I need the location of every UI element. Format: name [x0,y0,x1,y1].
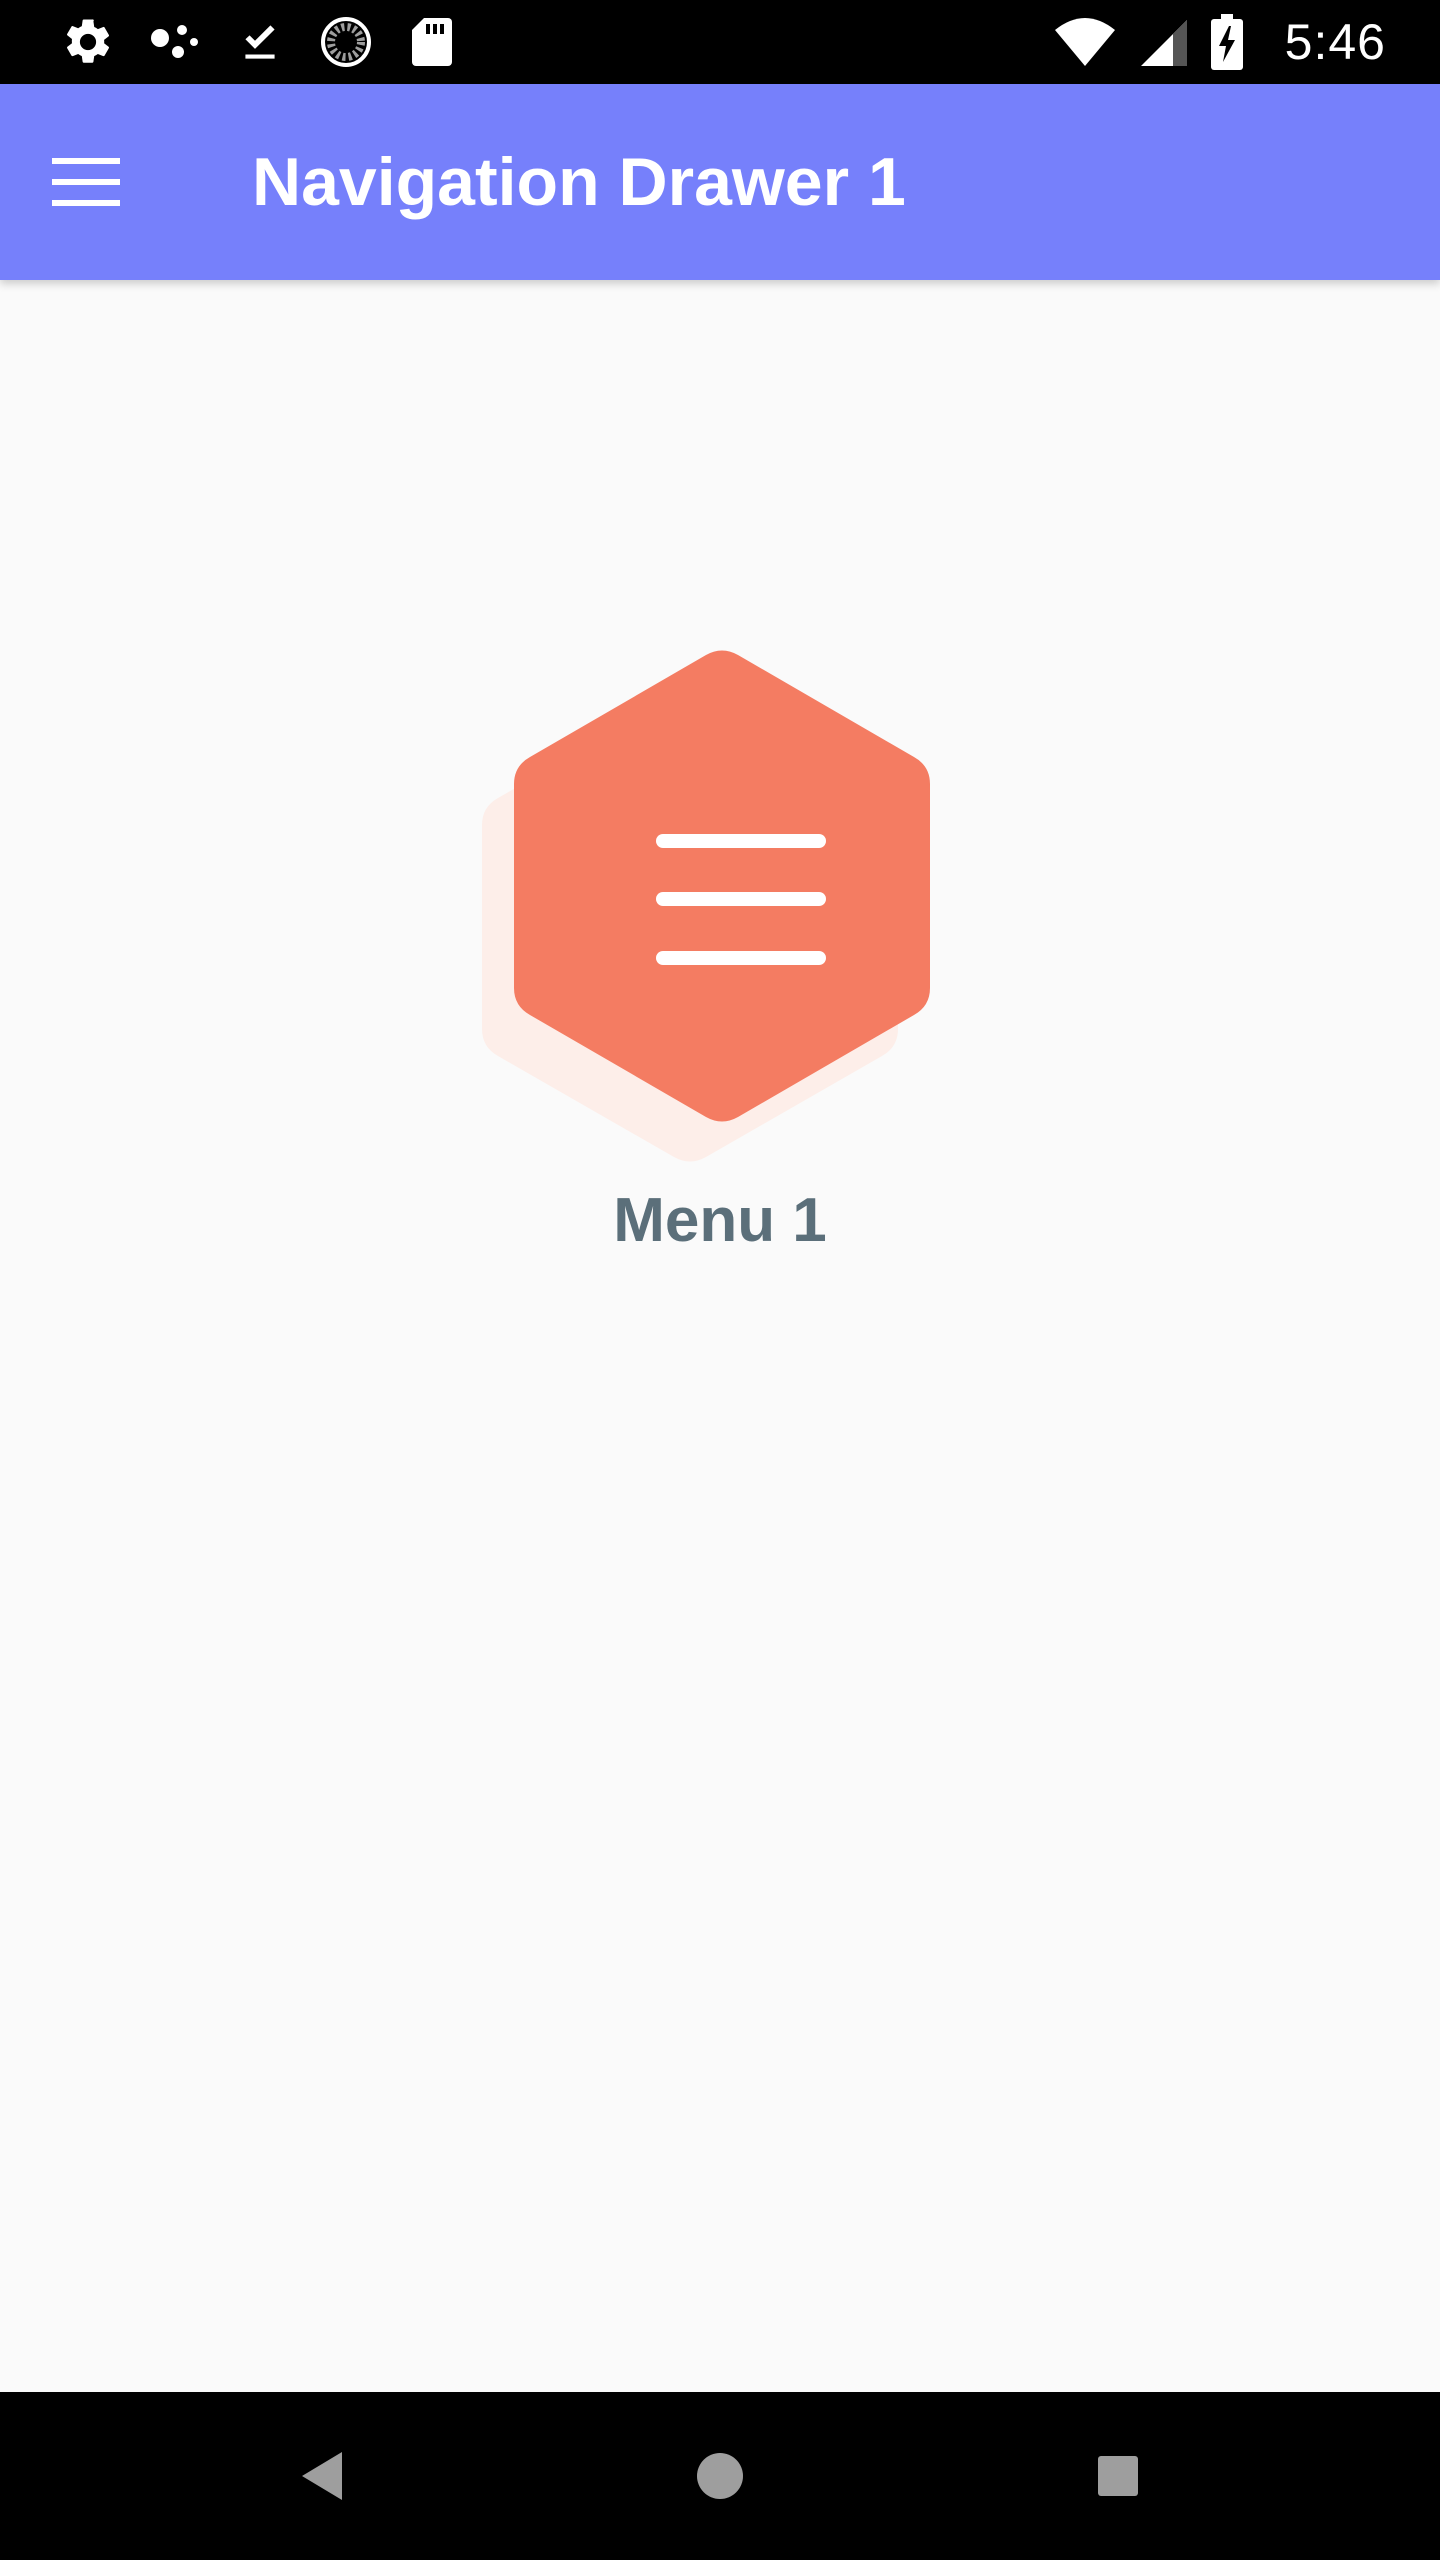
content-label: Menu 1 [613,1186,827,1255]
recents-square-icon [1098,2456,1138,2496]
app-bar: Navigation Drawer 1 [0,84,1440,280]
status-left-icons [60,14,460,70]
download-done-icon [232,14,288,70]
cellular-signal-icon [1139,14,1189,70]
settings-icon [60,14,116,70]
back-button[interactable] [272,2426,372,2526]
wifi-icon [1053,14,1117,70]
back-triangle-icon [302,2452,342,2500]
assistant-dots-icon [146,14,202,70]
main-content: Menu 1 [0,280,1440,2392]
recents-button[interactable] [1068,2426,1168,2526]
sync-progress-icon [318,14,374,70]
menu-button[interactable] [38,134,134,230]
hexagon-menu-icon [480,620,960,1180]
hamburger-menu-icon [52,158,120,206]
battery-charging-icon [1210,14,1243,70]
sd-card-icon [404,14,460,70]
status-bar: 5:46 [0,0,1440,84]
home-circle-icon [697,2453,743,2499]
page-title: Navigation Drawer 1 [252,144,906,220]
system-nav-bar [0,2392,1440,2560]
screen: 5:46 Navigation Drawer 1 Menu 1 [0,0,1440,2560]
status-right-icons: 5:46 [1053,14,1386,70]
home-button[interactable] [670,2426,770,2526]
clock: 5:46 [1284,14,1386,70]
